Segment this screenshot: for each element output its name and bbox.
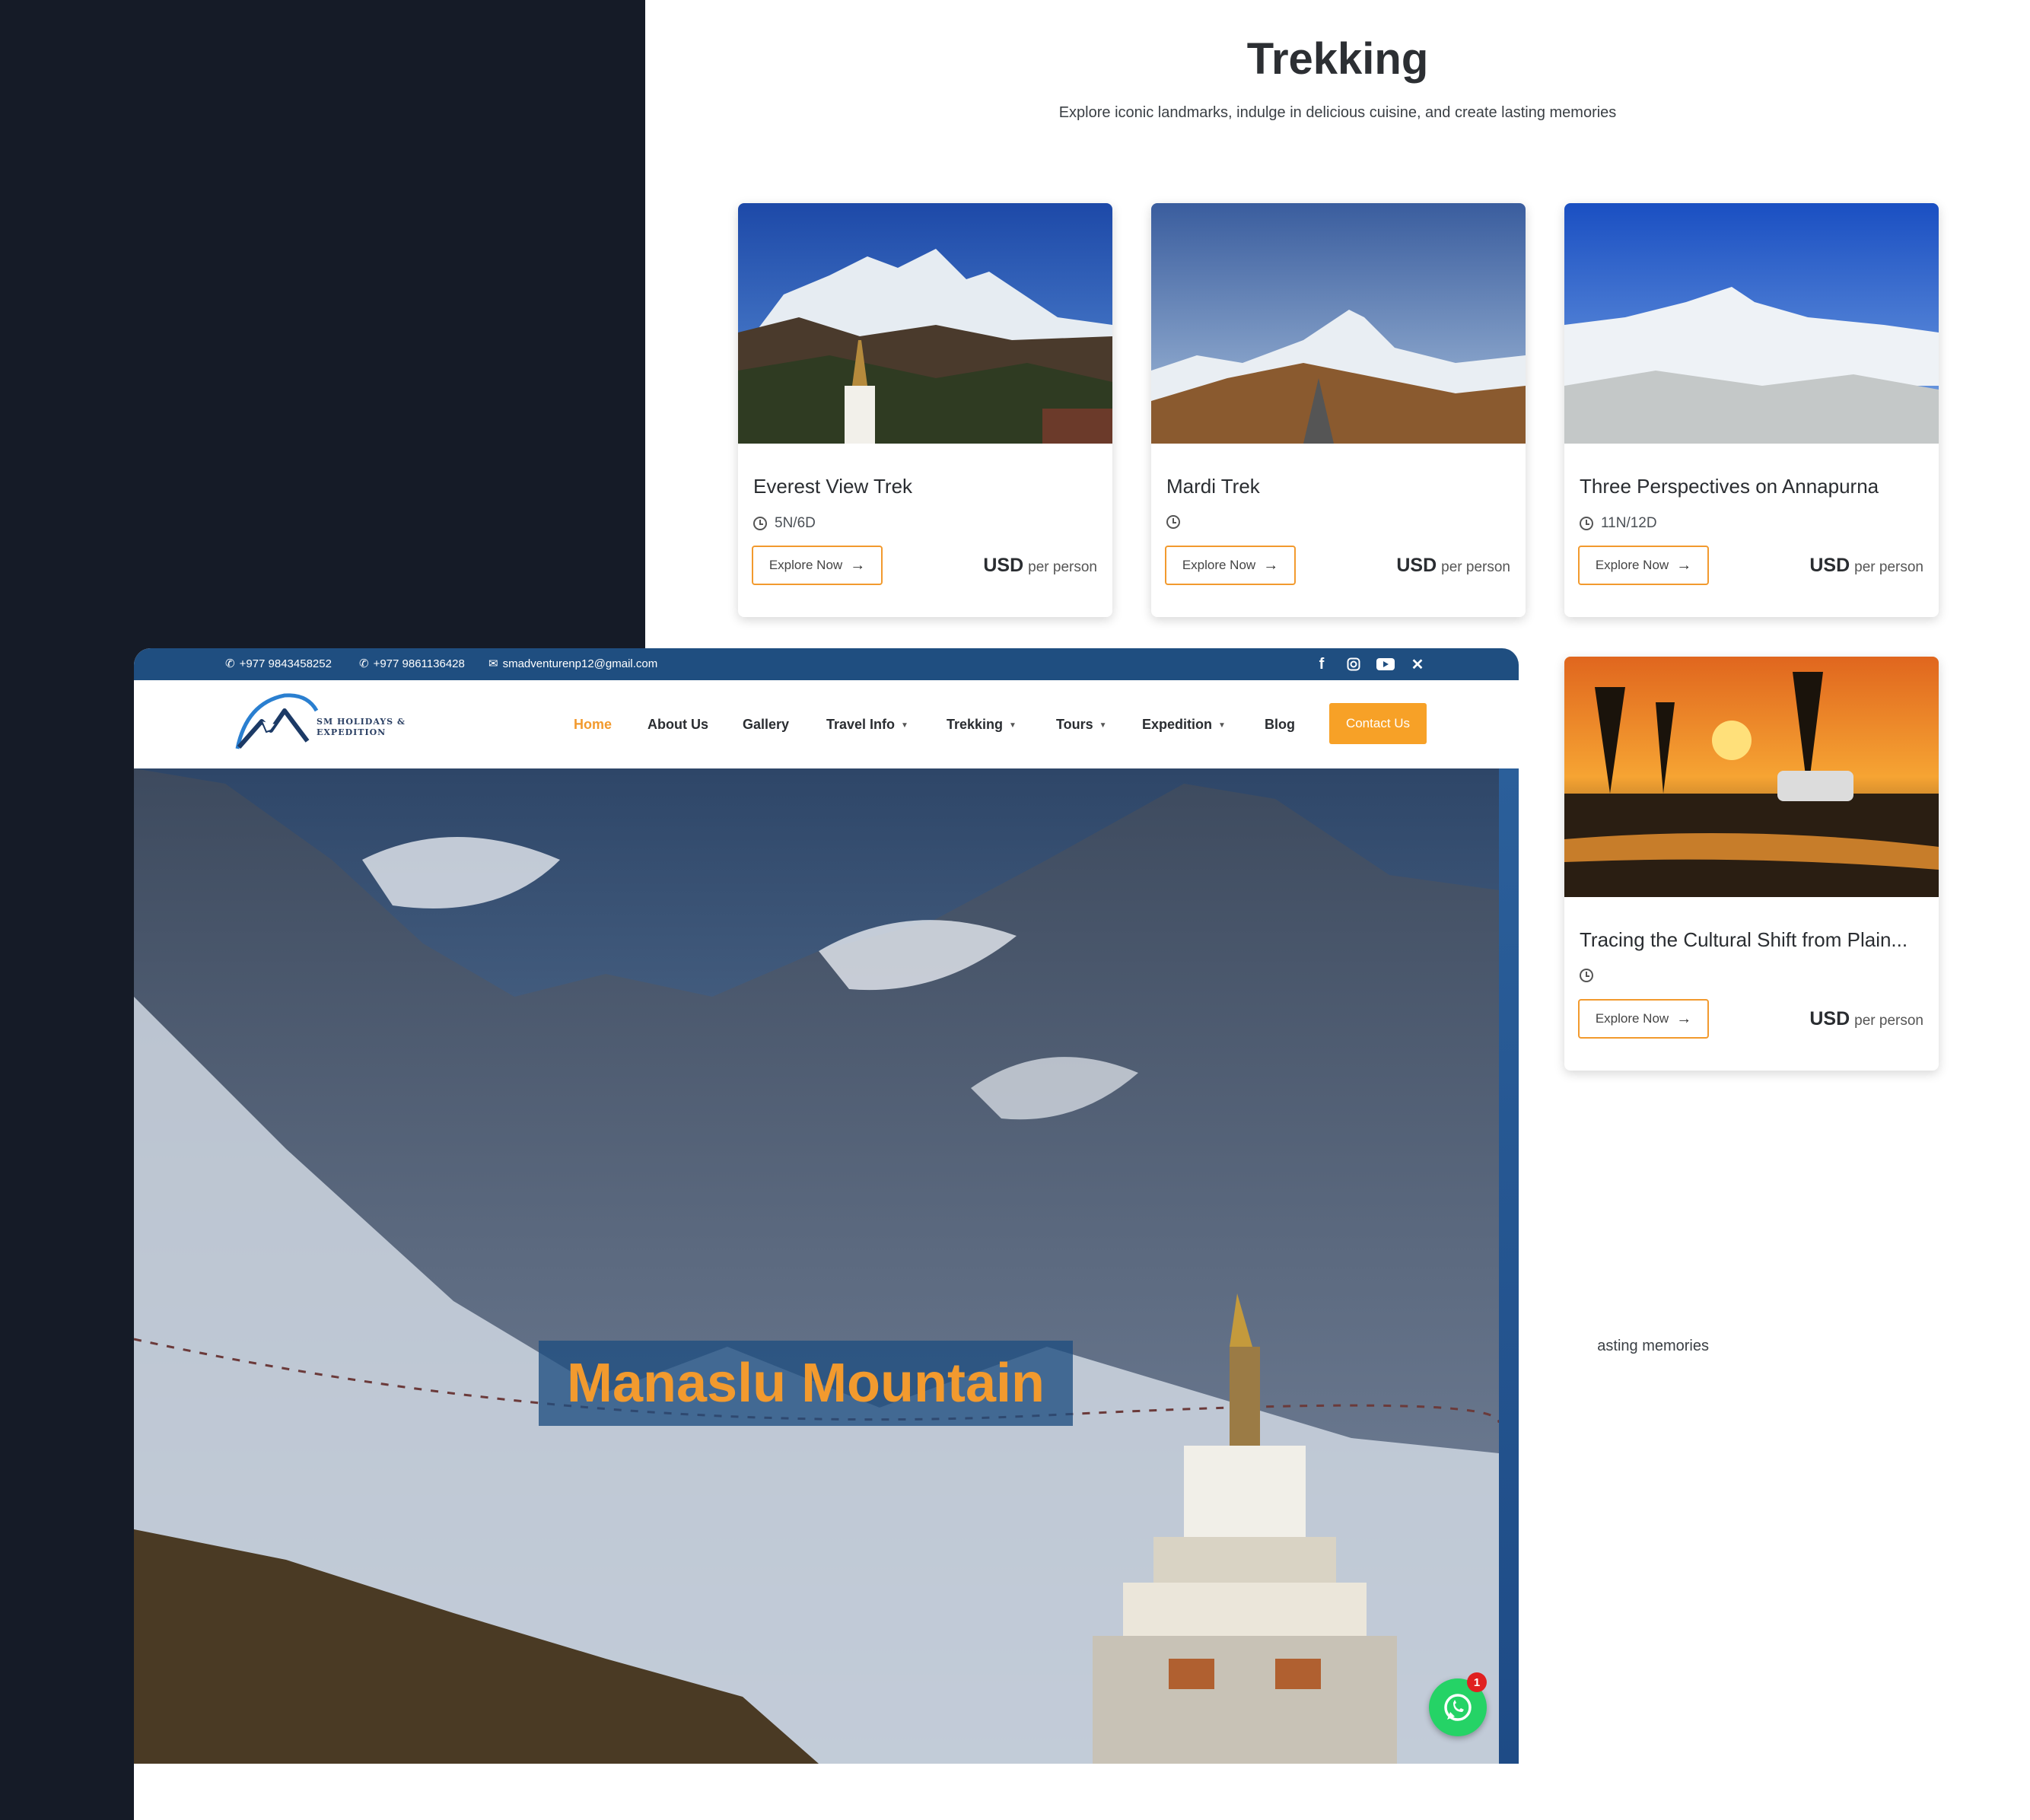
- youtube-icon[interactable]: [1376, 654, 1395, 674]
- trek-card-duration: [1580, 969, 1601, 982]
- instagram-icon[interactable]: [1344, 654, 1363, 674]
- price-suffix: per person: [1028, 559, 1097, 575]
- price-currency: USD: [1809, 1008, 1850, 1029]
- facebook-icon[interactable]: f: [1312, 654, 1332, 674]
- explore-now-button[interactable]: Explore Now →: [1578, 546, 1709, 585]
- notification-badge: 1: [1467, 1672, 1487, 1692]
- arrow-right-icon: →: [1676, 1010, 1692, 1027]
- trek-card-duration: [1166, 515, 1188, 529]
- price-suffix: per person: [1854, 559, 1923, 575]
- trek-card-price: USD per person: [983, 555, 1097, 577]
- trek-card-price: USD per person: [1396, 555, 1510, 577]
- nav-gallery[interactable]: Gallery: [743, 717, 789, 733]
- price-currency: USD: [1809, 555, 1850, 576]
- trek-card[interactable]: Three Perspectives on Annapurna 11N/12D …: [1564, 203, 1939, 617]
- price-currency: USD: [983, 555, 1024, 576]
- mail-icon: ✉: [488, 657, 498, 670]
- nav-about-us[interactable]: About Us: [648, 717, 708, 733]
- trek-card-image: [1564, 203, 1939, 444]
- trek-card[interactable]: Tracing the Cultural Shift from Plain...…: [1564, 657, 1939, 1071]
- trek-card-title[interactable]: Three Perspectives on Annapurna: [1580, 475, 1926, 498]
- phone-contact-2[interactable]: ✆ +977 9861136428: [359, 657, 465, 671]
- nav-trekking[interactable]: Trekking ▼: [947, 717, 1017, 733]
- contact-us-button[interactable]: Contact Us: [1329, 703, 1427, 744]
- hero-mountain-image: [134, 768, 1500, 1764]
- nav-tours[interactable]: Tours ▼: [1056, 717, 1107, 733]
- clock-icon: [1580, 517, 1593, 530]
- explore-now-label: Explore Now: [768, 558, 843, 572]
- trek-card-title[interactable]: Mardi Trek: [1166, 475, 1513, 498]
- trek-card-image: [1564, 657, 1939, 897]
- hero-edge-strip: [1499, 768, 1519, 1764]
- nav-travel-info[interactable]: Travel Info ▼: [826, 717, 908, 733]
- nav-blog[interactable]: Blog: [1265, 717, 1295, 733]
- phone-icon: ✆: [225, 657, 235, 670]
- trek-card-duration: 11N/12D: [1580, 515, 1657, 532]
- clock-icon: [1166, 515, 1180, 529]
- chevron-down-icon: ▼: [1099, 721, 1107, 730]
- trek-card-duration: 5N/6D: [753, 515, 816, 532]
- price-suffix: per person: [1441, 559, 1510, 575]
- arrow-right-icon: →: [1263, 556, 1279, 574]
- trek-card[interactable]: Mardi Trek Explore Now → USD per person: [1151, 203, 1526, 617]
- arrow-right-icon: →: [850, 556, 866, 574]
- explore-now-button[interactable]: Explore Now →: [1165, 546, 1296, 585]
- explore-now-button[interactable]: Explore Now →: [1578, 999, 1709, 1039]
- chevron-down-icon: ▼: [1218, 721, 1226, 730]
- hero-banner: Manaslu Mountain 1: [134, 768, 1519, 1764]
- duration-text: 11N/12D: [1601, 515, 1657, 531]
- hero-title: Manaslu Mountain: [539, 1341, 1073, 1426]
- chevron-down-icon: ▼: [1009, 721, 1017, 730]
- email-contact[interactable]: ✉ smadventurenp12@gmail.com: [488, 657, 657, 671]
- top-contact-bar: ✆ +977 9843458252 ✆ +977 9861136428 ✉ smadv…: [134, 648, 1519, 680]
- trek-card-title[interactable]: Everest View Trek: [753, 475, 1099, 498]
- arrow-right-icon: →: [1676, 556, 1692, 574]
- website-preview: ✆ +977 9843458252 ✆ +977 9861136428 ✉ smadv…: [134, 648, 1519, 1764]
- trek-card-price: USD per person: [1809, 1008, 1923, 1030]
- explore-now-button[interactable]: Explore Now →: [752, 546, 883, 585]
- whatsapp-icon: [1444, 1694, 1472, 1721]
- phone-icon: ✆: [359, 657, 369, 670]
- section-title: Trekking: [1246, 34, 1429, 84]
- main-navbar: SM HOLIDAYS & EXPEDITION Home About Us G…: [134, 680, 1519, 769]
- nav-expedition[interactable]: Expedition ▼: [1142, 717, 1226, 733]
- trek-card[interactable]: Everest View Trek 5N/6D Explore Now → US…: [738, 203, 1112, 617]
- logo-text: SM HOLIDAYS & EXPEDITION: [317, 717, 406, 737]
- x-icon[interactable]: ✕: [1408, 654, 1427, 674]
- trek-card-image: [738, 203, 1112, 444]
- explore-now-label: Explore Now: [1182, 558, 1256, 572]
- phone-contact-1[interactable]: ✆ +977 9843458252: [225, 657, 332, 671]
- clock-icon: [1580, 969, 1593, 982]
- page-bottom-area: [134, 1764, 2030, 1820]
- duration-text: 5N/6D: [775, 515, 816, 531]
- trek-card-price: USD per person: [1809, 555, 1923, 577]
- explore-now-label: Explore Now: [1595, 1011, 1669, 1026]
- nav-home[interactable]: Home: [574, 717, 612, 733]
- explore-now-label: Explore Now: [1595, 558, 1669, 572]
- clock-icon: [753, 517, 767, 530]
- chevron-down-icon: ▼: [901, 721, 908, 730]
- trek-card-title[interactable]: Tracing the Cultural Shift from Plain...: [1580, 928, 1926, 952]
- section-subtitle: Explore iconic landmarks, indulge in del…: [1058, 104, 1617, 121]
- price-suffix: per person: [1854, 1013, 1923, 1029]
- price-currency: USD: [1396, 555, 1437, 576]
- trek-card-image: [1151, 203, 1526, 444]
